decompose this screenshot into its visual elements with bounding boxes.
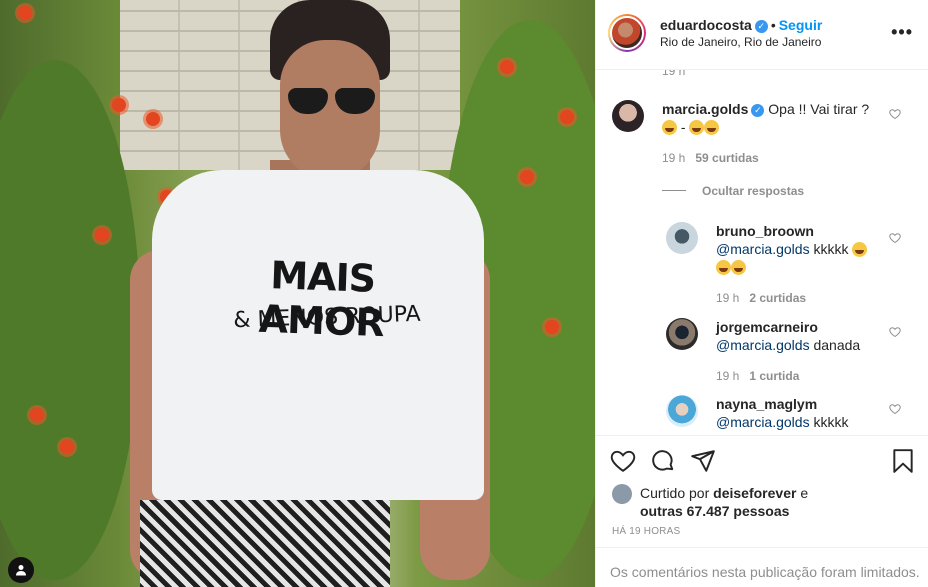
commenter-avatar[interactable] bbox=[612, 100, 644, 132]
hide-replies-line bbox=[662, 190, 686, 191]
user-icon bbox=[16, 565, 26, 576]
comment-meta: 19 h 1 curtida bbox=[716, 369, 799, 383]
mention-link[interactable]: @marcia.golds bbox=[716, 414, 810, 430]
comment-meta: 19 h 2 curtidas bbox=[716, 291, 806, 305]
heart-icon[interactable] bbox=[889, 326, 901, 338]
comment-body: kkkkk bbox=[813, 241, 849, 257]
liked-others-link[interactable]: outras 67.487 pessoas bbox=[640, 503, 789, 519]
hide-replies-button[interactable]: Ocultar respostas bbox=[702, 184, 804, 198]
commenter-username[interactable]: bruno_broown bbox=[716, 223, 814, 239]
flower bbox=[545, 320, 559, 334]
flower bbox=[30, 408, 44, 422]
heart-icon[interactable] bbox=[889, 108, 901, 120]
flower bbox=[18, 6, 32, 20]
post-location[interactable]: Rio de Janeiro, Rio de Janeiro bbox=[660, 35, 821, 49]
author-avatar[interactable] bbox=[608, 14, 646, 52]
flower bbox=[560, 110, 574, 124]
flower bbox=[112, 98, 126, 112]
post-side-panel: eduardocosta ✓ • Seguir Rio de Janeiro, Rio… bbox=[595, 0, 928, 587]
post-timestamp[interactable]: HÁ 19 HORAS bbox=[612, 526, 680, 537]
commenter-username[interactable]: marcia.golds bbox=[662, 101, 748, 117]
flower bbox=[520, 170, 534, 184]
comment-text: marcia.golds ✓ Opa !! Vai tirar ? - bbox=[662, 100, 887, 136]
comment-likes[interactable]: 59 curtidas bbox=[695, 151, 758, 165]
bookmark-icon[interactable] bbox=[890, 448, 916, 474]
comment-body: danada bbox=[813, 337, 861, 353]
share-send-icon[interactable] bbox=[690, 448, 716, 474]
comment-time[interactable]: 19 h bbox=[662, 70, 685, 78]
post-actions: Curtido por deiseforever e outras 67.487… bbox=[596, 435, 928, 547]
comments-limited-notice: Os comentários nesta publicação foram li… bbox=[596, 547, 928, 587]
grimace-emoji-icon bbox=[662, 120, 677, 135]
verified-icon: ✓ bbox=[754, 19, 768, 33]
flower bbox=[500, 60, 514, 74]
liker-avatar[interactable] bbox=[612, 484, 632, 504]
comment-time[interactable]: 19 h bbox=[662, 151, 685, 165]
laughing-emoji-icon bbox=[852, 242, 868, 257]
comment-meta: 19 h 59 curtidas bbox=[662, 151, 759, 165]
heart-icon[interactable] bbox=[889, 232, 901, 244]
laughing-emoji-icon bbox=[731, 260, 746, 275]
commenter-avatar[interactable] bbox=[666, 222, 698, 254]
laughing-emoji-icon bbox=[704, 120, 720, 135]
tagged-user-button[interactable] bbox=[8, 557, 34, 583]
comment-text: bruno_broown @marcia.golds kkkkk bbox=[716, 222, 876, 276]
mention-link[interactable]: @marcia.golds bbox=[716, 241, 810, 257]
comment-likes[interactable]: 1 curtida bbox=[749, 369, 799, 383]
laughing-emoji-icon bbox=[716, 260, 731, 275]
instagram-post-view: MAIS AMOR & MENOS ROUPA eduardocosta ✓ • Se… bbox=[0, 0, 928, 587]
liked-prefix: Curtido por bbox=[640, 485, 710, 501]
flower bbox=[95, 228, 109, 242]
mention-link[interactable]: @marcia.golds bbox=[716, 337, 810, 353]
separator-dot: • bbox=[770, 17, 776, 33]
striped-shorts bbox=[140, 500, 390, 587]
follow-button[interactable]: Seguir bbox=[779, 17, 823, 33]
commenter-username[interactable]: nayna_maglym bbox=[716, 396, 817, 412]
laughing-emoji-icon bbox=[689, 120, 705, 135]
post-photo[interactable]: MAIS AMOR & MENOS ROUPA bbox=[0, 0, 595, 587]
t-shirt: MAIS AMOR & MENOS ROUPA bbox=[152, 170, 484, 500]
commenter-avatar[interactable] bbox=[666, 318, 698, 350]
post-header: eduardocosta ✓ • Seguir Rio de Janeiro, Rio… bbox=[596, 0, 928, 70]
like-heart-icon[interactable] bbox=[610, 448, 636, 474]
comment-text: nayna_maglym @marcia.golds kkkkk bbox=[716, 395, 886, 431]
header-user-line: eduardocosta ✓ • Seguir bbox=[660, 17, 822, 33]
verified-icon: ✓ bbox=[751, 103, 765, 117]
liked-by: Curtido por deiseforever e outras 67.487… bbox=[612, 484, 912, 520]
comment-body: Opa !! Vai tirar ? bbox=[768, 101, 870, 117]
foliage-left bbox=[0, 60, 140, 580]
comments-list[interactable]: 19 h marcia.golds ✓ Opa !! Vai tirar ? - … bbox=[596, 70, 928, 435]
liked-and: e bbox=[800, 485, 809, 501]
heart-icon[interactable] bbox=[889, 403, 901, 415]
flower bbox=[60, 440, 74, 454]
commenter-avatar[interactable] bbox=[666, 395, 698, 427]
author-username[interactable]: eduardocosta bbox=[660, 17, 752, 33]
liked-by-text: Curtido por deiseforever e outras 67.487… bbox=[612, 484, 912, 520]
person: MAIS AMOR & MENOS ROUPA bbox=[130, 0, 490, 587]
comment-likes[interactable]: 2 curtidas bbox=[749, 291, 806, 305]
comment-bubble-icon[interactable] bbox=[650, 448, 676, 474]
more-horizontal-icon[interactable]: ••• bbox=[891, 22, 913, 43]
liked-user-link[interactable]: deiseforever bbox=[713, 485, 796, 501]
comment-body: kkkkk bbox=[813, 414, 849, 430]
comment-time[interactable]: 19 h bbox=[716, 291, 739, 305]
comment-text: jorgemcarneiro @marcia.golds danada bbox=[716, 318, 886, 354]
comment-body-tail: - bbox=[680, 119, 686, 135]
commenter-username[interactable]: jorgemcarneiro bbox=[716, 319, 818, 335]
comment-time[interactable]: 19 h bbox=[716, 369, 739, 383]
